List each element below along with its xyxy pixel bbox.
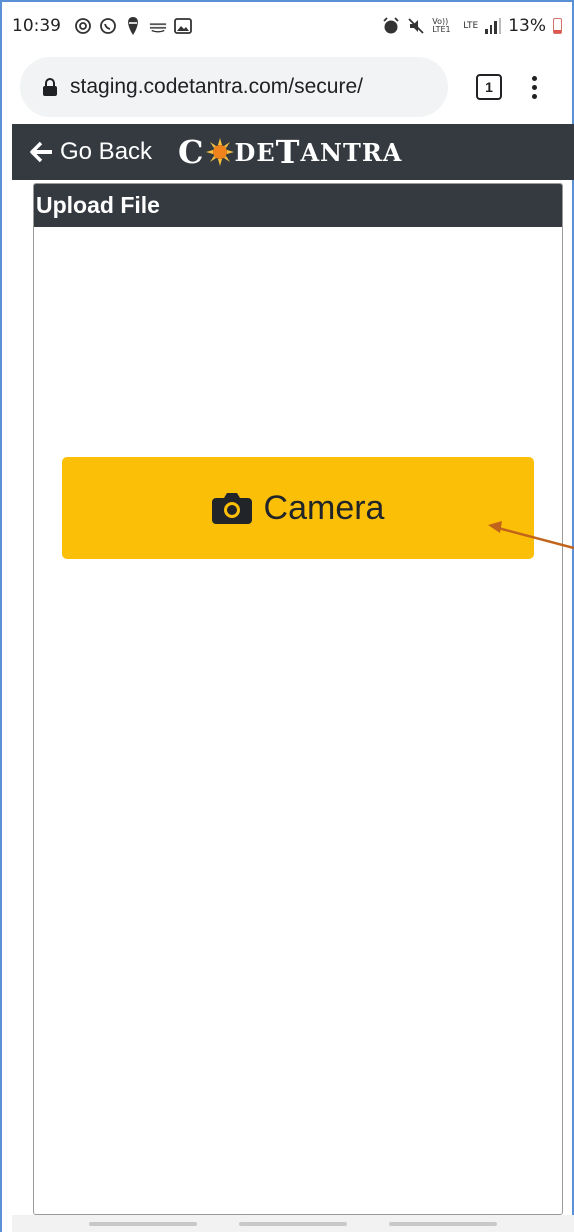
- system-navigation-bar: [12, 1215, 574, 1232]
- tab-switcher-button[interactable]: 1: [476, 74, 502, 100]
- address-bar[interactable]: staging.codetantra.com/secure/: [20, 57, 448, 117]
- brand-letter-t: T: [275, 133, 301, 171]
- nav-handle[interactable]: [389, 1221, 497, 1226]
- upload-file-panel: Upload File Camera: [33, 183, 563, 1215]
- browser-menu-button[interactable]: [532, 75, 537, 99]
- url-text: staging.codetantra.com/secure/: [70, 75, 363, 98]
- gallery-icon: [174, 17, 192, 35]
- camera-label: Camera: [263, 488, 385, 527]
- arrow-left-icon: [30, 141, 54, 163]
- brand-letters-de: DE: [234, 137, 276, 167]
- go-back-label: Go Back: [60, 138, 153, 165]
- codetantra-logo: C DE T ANTRA: [178, 133, 402, 171]
- at-sign-icon: [74, 17, 92, 35]
- amazon-icon: [149, 17, 167, 35]
- nav-handle[interactable]: [239, 1221, 347, 1226]
- nav-handle[interactable]: [89, 1221, 197, 1226]
- panel-title: Upload File: [34, 184, 562, 227]
- sun-icon: [205, 138, 234, 166]
- alarm-icon: [382, 17, 400, 35]
- lock-icon: [42, 77, 58, 97]
- battery-icon: [553, 18, 562, 34]
- status-bar: 10:39 Vo)) LTE1 LTE 13%: [12, 0, 562, 52]
- brand-letter-c: C: [178, 133, 205, 171]
- status-right: Vo)) LTE1 LTE 13%: [382, 16, 562, 36]
- menu-dot-icon: [532, 93, 537, 99]
- menu-dot-icon: [532, 75, 537, 81]
- status-time: 10:39: [12, 16, 61, 36]
- menu-dot-icon: [532, 84, 537, 90]
- swiggy-icon: [124, 17, 142, 35]
- brand-letters-antra: ANTRA: [300, 137, 403, 167]
- signal-icon: [485, 18, 502, 34]
- go-back-button[interactable]: Go Back: [30, 138, 152, 166]
- battery-percent: 13%: [508, 16, 546, 36]
- status-left: 10:39: [12, 16, 192, 36]
- lte-data-icon: LTE: [463, 21, 479, 31]
- browser-toolbar: staging.codetantra.com/secure/ 1: [12, 56, 562, 118]
- app-header: Go Back C DE T ANTRA: [12, 124, 574, 180]
- whatsapp-icon: [99, 17, 117, 35]
- volte-icon: Vo)) LTE1: [432, 17, 451, 34]
- mute-icon: [407, 17, 425, 35]
- camera-icon: [211, 492, 252, 524]
- camera-button[interactable]: Camera: [62, 457, 534, 559]
